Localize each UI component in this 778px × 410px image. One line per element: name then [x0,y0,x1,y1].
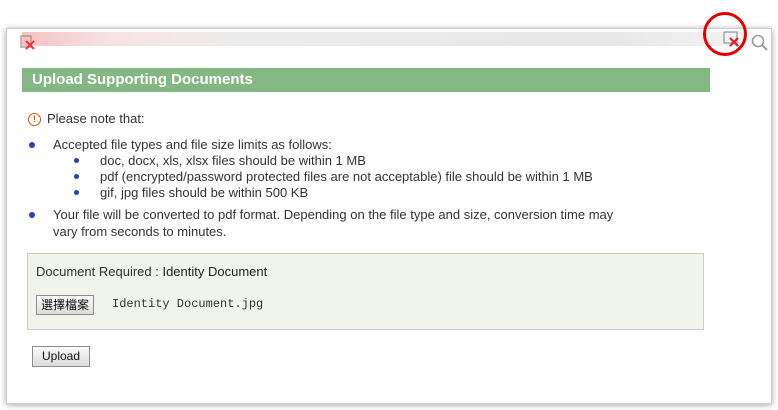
dialog-title: Upload Supporting Documents [22,68,710,92]
note-line: ! Please note that: [28,111,145,126]
conversion-note-line-2: vary from seconds to minutes. [53,224,227,239]
document-panel: Document Required : Identity Document 選擇… [27,253,704,330]
info-icon: ! [28,113,41,126]
sub-bullet-icon [74,174,79,179]
search-icon[interactable] [750,33,770,53]
limit-pdf: pdf (encrypted/password protected files … [100,169,593,184]
selected-file-name: Identity Document.jpg [112,297,264,311]
sub-bullet-icon [74,190,79,195]
conversion-note-line-1: Your file will be converted to pdf forma… [53,207,614,222]
file-types-heading: Accepted file types and file size limits… [53,137,332,152]
choose-file-button[interactable]: 選擇檔案 [36,295,95,315]
note-label: Please note that: [47,111,145,126]
left-close-icon[interactable] [20,34,38,50]
sub-bullet-icon [74,158,79,163]
document-required: Document Required : Identity Document [36,264,267,279]
close-window-icon[interactable] [715,22,749,56]
upload-button[interactable]: Upload [32,346,90,367]
limit-image: gif, jpg files should be within 500 KB [100,185,309,200]
limit-doc: doc, docx, xls, xlsx files should be wit… [100,153,366,168]
blurred-title-bar [22,32,752,46]
bullet-icon [29,212,35,218]
bullet-icon [29,142,35,148]
document-required-label: Document Required : [36,264,163,279]
document-required-value: Identity Document [162,264,268,279]
